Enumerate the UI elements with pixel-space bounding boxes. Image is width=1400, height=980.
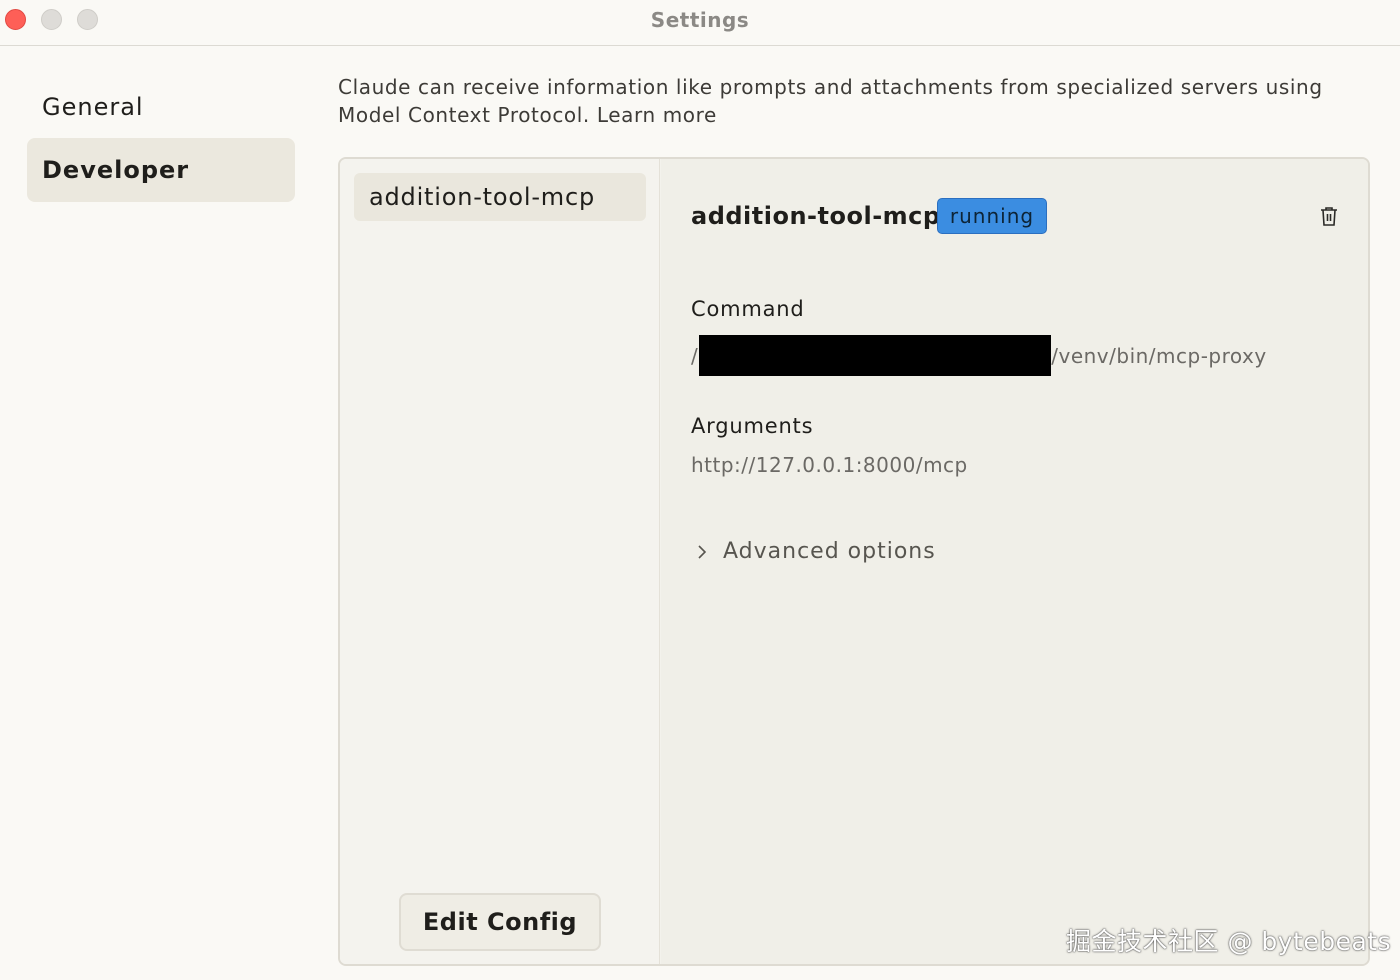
command-prefix: /: [691, 343, 699, 368]
command-value: / /venv/bin/mcp-proxy: [691, 335, 1267, 376]
server-list-item[interactable]: addition-tool-mcp: [354, 173, 646, 221]
edit-config-button[interactable]: Edit Config: [399, 893, 601, 951]
learn-more-link[interactable]: Learn more: [597, 103, 717, 127]
command-label: Command: [691, 297, 805, 321]
server-detail-name: addition-tool-mcp: [691, 202, 941, 230]
nav-item-developer[interactable]: Developer: [27, 138, 295, 202]
arguments-value: http://127.0.0.1:8000/mcp: [691, 453, 968, 477]
status-badge: running: [937, 198, 1047, 234]
title-bar: Settings: [0, 0, 1400, 46]
redacted-block: [699, 335, 1052, 376]
command-suffix: /venv/bin/mcp-proxy: [1051, 343, 1267, 368]
mcp-servers-panel: addition-tool-mcp Edit Config addition-t…: [338, 157, 1370, 966]
server-detail: addition-tool-mcp running Command / /ven…: [661, 159, 1368, 964]
nav-item-general[interactable]: General: [27, 75, 295, 139]
chevron-right-icon: [698, 544, 707, 559]
arguments-label: Arguments: [691, 414, 814, 438]
description-text: Claude can receive information like prom…: [338, 75, 1323, 127]
window-title: Settings: [650, 8, 750, 32]
trash-icon[interactable]: [1318, 205, 1340, 227]
advanced-options-toggle[interactable]: Advanced options: [691, 539, 936, 564]
server-list: addition-tool-mcp Edit Config: [340, 159, 660, 964]
advanced-options-label: Advanced options: [723, 539, 936, 564]
developer-description: Claude can receive information like prom…: [338, 73, 1368, 129]
watermark: 掘金技术社区 @ bytebeats: [1066, 927, 1392, 956]
